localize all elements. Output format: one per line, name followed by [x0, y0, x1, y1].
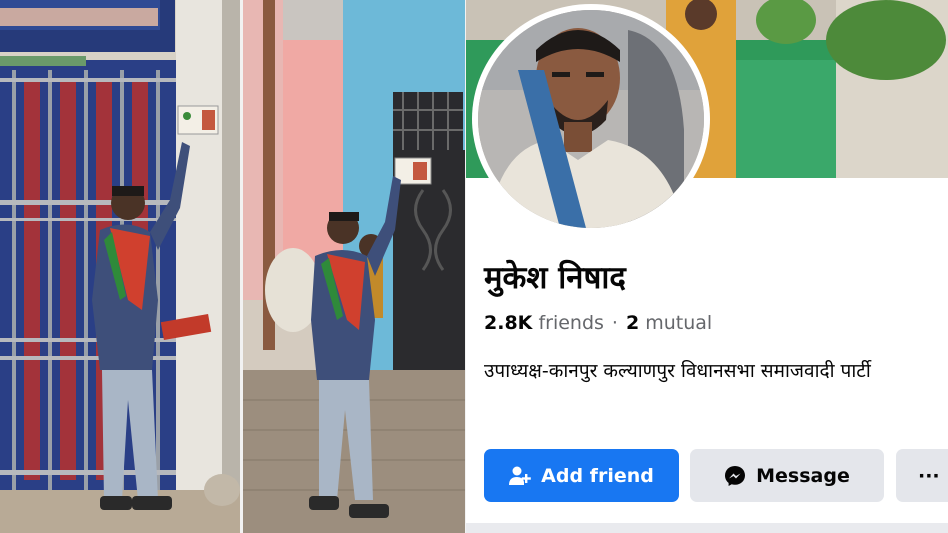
bottom-divider [466, 523, 948, 533]
photo-lane-image [243, 0, 465, 533]
add-friend-button[interactable]: Add friend [484, 449, 679, 502]
message-button[interactable]: Message [690, 449, 884, 502]
photo-gate-image [0, 0, 240, 533]
more-options-button[interactable]: ··· [896, 449, 948, 502]
photo-lane [243, 0, 465, 533]
avatar-image [478, 10, 704, 228]
add-friend-label: Add friend [541, 464, 654, 487]
mutual-link[interactable]: 2 mutual [626, 312, 712, 334]
friends-label: friends [538, 312, 604, 334]
friends-link[interactable]: 2.8K friends [484, 312, 604, 334]
profile-bio: उपाध्यक्ष-कानपुर कल्याणपुर विधानसभा समाज… [484, 360, 871, 382]
more-dots-icon: ··· [918, 464, 940, 487]
friends-count: 2.8K [484, 312, 533, 334]
mutual-label: mutual [645, 312, 713, 334]
friend-stats: 2.8K friends · 2 mutual [484, 312, 712, 334]
stats-separator: · [611, 312, 618, 334]
messenger-icon [725, 465, 746, 486]
profile-name: मुकेश निषाद [484, 260, 626, 296]
mutual-count: 2 [625, 312, 640, 334]
add-person-icon [509, 466, 531, 485]
message-label: Message [756, 464, 850, 487]
photo-gate [0, 0, 240, 533]
avatar[interactable] [478, 10, 704, 228]
